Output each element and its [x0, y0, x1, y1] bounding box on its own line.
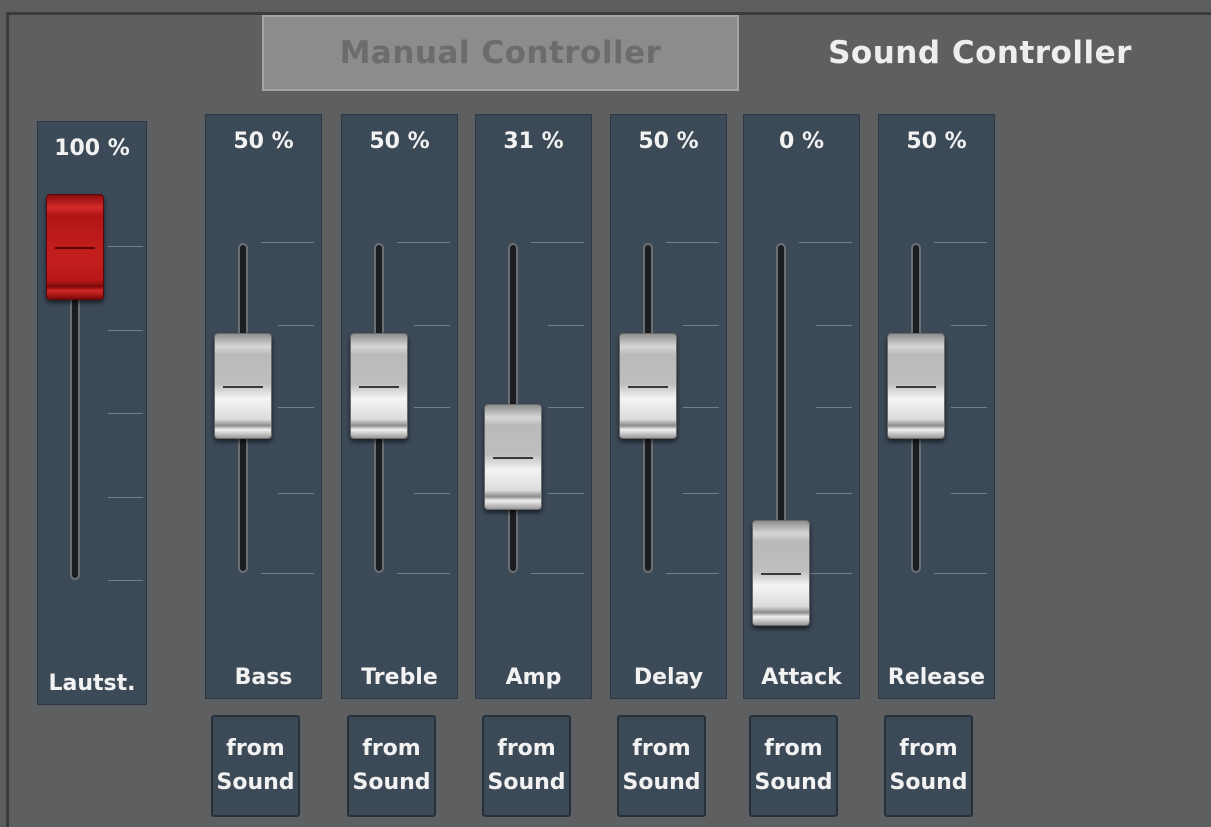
treble-tick: [414, 407, 450, 408]
slider-panel-delay: 50 % Delay: [610, 114, 727, 699]
amp-tick: [531, 242, 584, 243]
delay-tick: [683, 325, 719, 326]
release-value: 50 %: [906, 129, 967, 154]
bass-tick: [261, 573, 314, 574]
bass-label: Bass: [234, 665, 293, 690]
treble-tick: [414, 325, 450, 326]
volume-fader-knob[interactable]: [46, 194, 104, 300]
amp-tick: [531, 573, 584, 574]
attack-tick: [816, 493, 852, 494]
attack-value: 0 %: [778, 129, 824, 154]
slider-panel-amp: 31 % Amp: [475, 114, 592, 699]
amp-label: Amp: [505, 665, 562, 690]
slider-panel-release: 50 % Release: [878, 114, 995, 699]
from-sound-button-release[interactable]: from Sound: [884, 715, 973, 817]
from-sound-button-attack[interactable]: from Sound: [749, 715, 838, 817]
volume-tick: [108, 246, 143, 247]
tab-sound-controller-label: Sound Controller: [828, 35, 1132, 71]
treble-tick: [397, 573, 450, 574]
delay-tick: [666, 573, 719, 574]
delay-tick: [683, 407, 719, 408]
release-tick: [934, 573, 987, 574]
volume-track[interactable]: [70, 296, 80, 580]
amp-tick: [548, 325, 584, 326]
attack-tick: [816, 325, 852, 326]
volume-value: 100 %: [54, 136, 130, 161]
bass-tick: [278, 407, 314, 408]
attack-fader-knob[interactable]: [752, 520, 810, 626]
slider-panel-treble: 50 % Treble: [341, 114, 458, 699]
amp-fader-knob[interactable]: [484, 404, 542, 510]
release-tick: [951, 493, 987, 494]
attack-tick: [816, 407, 852, 408]
bass-tick: [278, 325, 314, 326]
bass-fader-knob[interactable]: [214, 333, 272, 439]
delay-fader-knob[interactable]: [619, 333, 677, 439]
bass-tick: [278, 493, 314, 494]
from-sound-button-amp[interactable]: from Sound: [482, 715, 571, 817]
tab-manual-controller[interactable]: Manual Controller: [262, 15, 739, 91]
treble-tick: [414, 493, 450, 494]
volume-tick: [108, 413, 143, 414]
release-label: Release: [887, 665, 986, 690]
volume-label: Lautst.: [48, 671, 136, 696]
amp-value: 31 %: [503, 129, 564, 154]
treble-fader-knob[interactable]: [350, 333, 408, 439]
from-sound-button-treble[interactable]: from Sound: [347, 715, 436, 817]
treble-label: Treble: [361, 665, 438, 690]
delay-tick: [666, 242, 719, 243]
from-sound-button-delay[interactable]: from Sound: [617, 715, 706, 817]
volume-panel: 100 % Lautst.: [37, 121, 147, 705]
treble-value: 50 %: [369, 129, 430, 154]
release-fader-knob[interactable]: [887, 333, 945, 439]
amp-tick: [548, 493, 584, 494]
tab-sound-controller[interactable]: Sound Controller: [760, 15, 1200, 91]
delay-label: Delay: [633, 665, 704, 690]
volume-tick: [108, 497, 143, 498]
attack-tick: [799, 242, 852, 243]
delay-value: 50 %: [638, 129, 699, 154]
slider-panel-attack: 0 % Attack: [743, 114, 860, 699]
from-sound-button-bass[interactable]: from Sound: [211, 715, 300, 817]
treble-tick: [397, 242, 450, 243]
window-frame: [6, 12, 1211, 827]
volume-tick: [108, 330, 143, 331]
volume-tick: [108, 580, 143, 581]
slider-panel-bass: 50 % Bass: [205, 114, 322, 699]
release-tick: [951, 325, 987, 326]
bass-tick: [261, 242, 314, 243]
release-tick: [934, 242, 987, 243]
tab-manual-controller-label: Manual Controller: [339, 35, 662, 71]
delay-tick: [683, 493, 719, 494]
bass-value: 50 %: [233, 129, 294, 154]
amp-tick: [548, 407, 584, 408]
attack-label: Attack: [761, 665, 842, 690]
release-tick: [951, 407, 987, 408]
